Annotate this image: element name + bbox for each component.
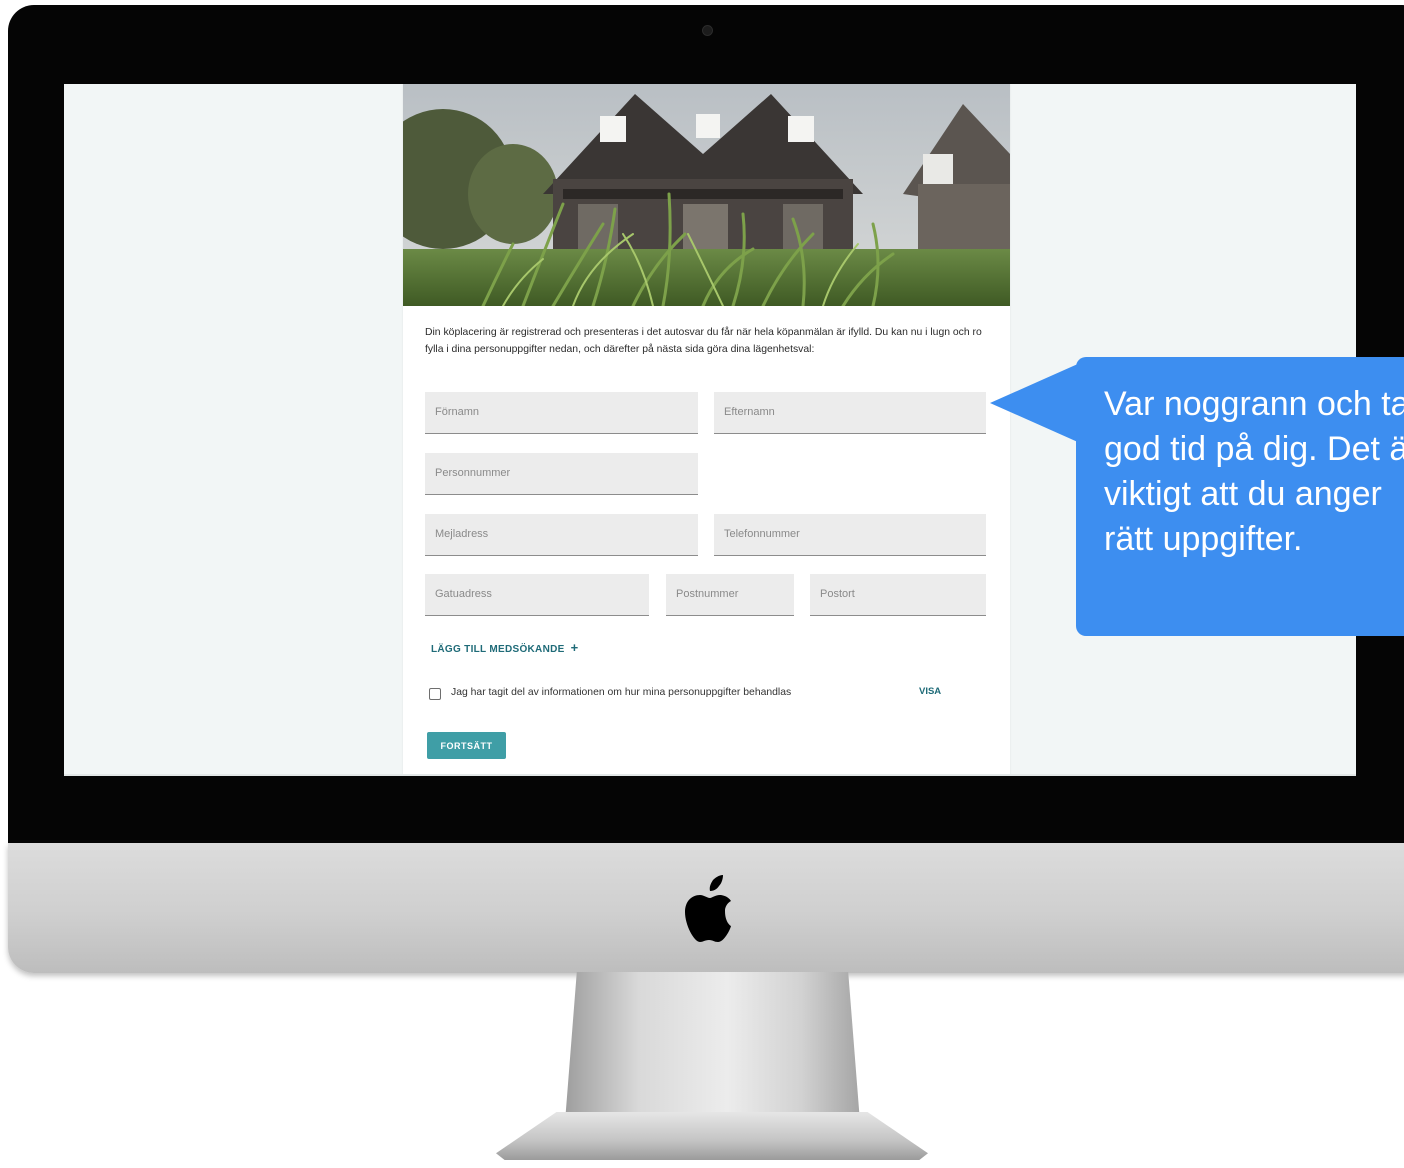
consent-label: Jag har tagit del av informationen om hu… [451,687,792,698]
screen-bottom-edge [64,774,1356,776]
intro-text: Din köplacering är registrerad och prese… [425,327,982,355]
first-name-input[interactable]: Förnamn [425,392,698,434]
callout-bubble: Var noggrann och ta god tid på dig. Det … [1076,357,1404,636]
phone-placeholder: Telefonnummer [724,528,800,540]
consent-checkbox[interactable] [429,688,441,700]
plus-icon: + [570,640,579,655]
house-hero-image [403,84,1010,306]
street-address-placeholder: Gatuadress [435,588,492,600]
monitor-stand-foot [496,1112,928,1160]
monitor-stand-neck [565,972,860,1122]
email-input[interactable]: Mejladress [425,514,698,556]
postal-code-placeholder: Postnummer [676,588,739,600]
first-name-placeholder: Förnamn [435,406,480,418]
continue-button[interactable]: FORTSÄTT [427,732,506,759]
apple-logo-icon [685,875,731,942]
personal-number-placeholder: Personnummer [435,467,511,479]
personal-number-input[interactable]: Personnummer [425,453,698,495]
postal-code-input[interactable]: Postnummer [666,574,794,616]
callout-line: viktigt att du anger [1104,475,1382,513]
application-form-card: Din köplacering är registrerad och prese… [403,84,1010,776]
callout-line: rätt uppgifter. [1104,520,1303,558]
last-name-input[interactable]: Efternamn [714,392,986,434]
city-placeholder: Postort [820,588,855,600]
callout-line: god tid på dig. Det är [1104,430,1404,468]
phone-input[interactable]: Telefonnummer [714,514,986,556]
show-privacy-link[interactable]: VISA [919,686,941,697]
city-input[interactable]: Postort [810,574,986,616]
callout-line: Var noggrann och ta [1104,385,1404,423]
add-co-applicant-button[interactable]: LÄGG TILL MEDSÖKANDE + [431,640,579,655]
add-co-applicant-label: LÄGG TILL MEDSÖKANDE [431,644,565,655]
last-name-placeholder: Efternamn [724,406,775,418]
street-address-input[interactable]: Gatuadress [425,574,649,616]
email-placeholder: Mejladress [435,528,489,540]
camera-icon [702,25,713,36]
